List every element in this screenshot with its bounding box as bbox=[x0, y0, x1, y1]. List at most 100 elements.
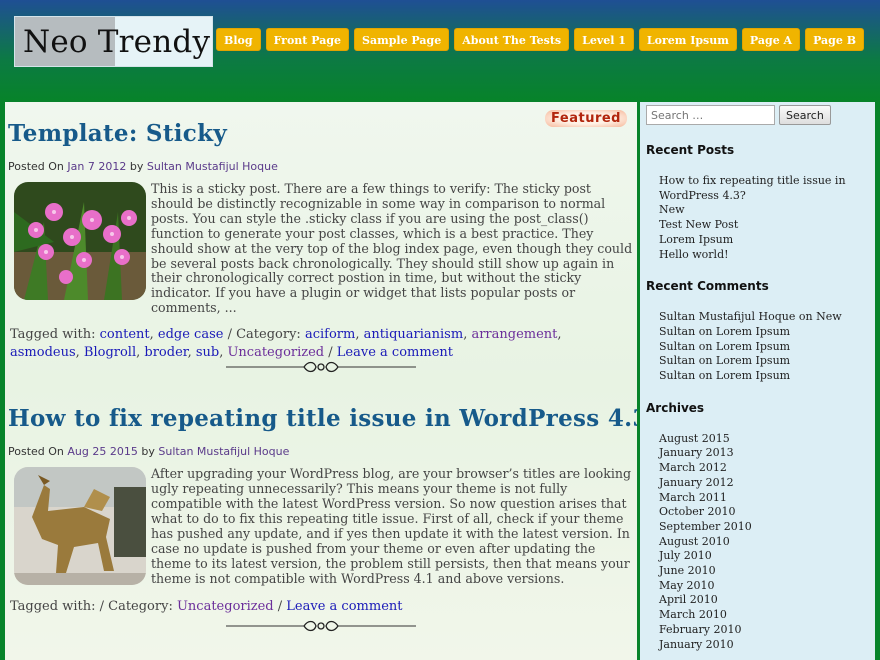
recent-post-link[interactable]: Hello world! bbox=[659, 248, 729, 261]
nav-item-front-page[interactable]: Front Page bbox=[265, 28, 350, 51]
archives-title: Archives bbox=[646, 400, 705, 415]
list-item[interactable]: January 2012 bbox=[659, 476, 875, 491]
archive-link[interactable]: August 2010 bbox=[659, 535, 730, 548]
archive-link[interactable]: January 2010 bbox=[659, 638, 734, 651]
nav-item-blog[interactable]: Blog bbox=[216, 28, 261, 51]
archive-link[interactable]: October 2010 bbox=[659, 505, 736, 518]
post-date-link[interactable]: Jan 7 2012 bbox=[67, 160, 126, 173]
list-item[interactable]: January 2013 bbox=[659, 446, 875, 461]
list-item: Sultan Mustafijul Hoque on New bbox=[659, 310, 875, 325]
category-link[interactable]: antiquarianism bbox=[364, 327, 464, 342]
list-item: Sultan on Lorem Ipsum bbox=[659, 325, 875, 340]
list-item[interactable]: January 2010 bbox=[659, 638, 875, 653]
list-item[interactable]: March 2011 bbox=[659, 491, 875, 506]
archive-link[interactable]: March 2010 bbox=[659, 608, 727, 621]
list-item[interactable]: Hello world! bbox=[659, 248, 875, 263]
leave-comment-link[interactable]: Leave a comment bbox=[286, 599, 402, 614]
recent-posts-title: Recent Posts bbox=[646, 143, 735, 157]
category-link[interactable]: sub bbox=[196, 345, 219, 360]
post-entry: After upgrading your WordPress blog, are… bbox=[8, 466, 633, 586]
post-title[interactable]: Template: Sticky bbox=[8, 120, 633, 147]
tagged-with-label: Tagged with: bbox=[10, 599, 96, 615]
leave-comment-link[interactable]: Leave a comment bbox=[337, 345, 453, 360]
comment-post-link[interactable]: New bbox=[816, 310, 842, 323]
recent-post-link[interactable]: Lorem Ipsum bbox=[659, 233, 733, 246]
archive-link[interactable]: January 2012 bbox=[659, 476, 734, 489]
post-thumbnail[interactable] bbox=[14, 467, 146, 586]
category-link[interactable]: arrangement bbox=[471, 327, 557, 342]
tag-link[interactable]: content bbox=[100, 327, 150, 342]
list-item[interactable]: June 2010 bbox=[659, 564, 875, 579]
search-form: Search bbox=[640, 102, 875, 125]
by-label: by bbox=[141, 445, 155, 459]
archive-link[interactable]: February 2010 bbox=[659, 623, 741, 636]
comment-post-link[interactable]: Lorem Ipsum bbox=[716, 369, 790, 382]
post-date-link[interactable]: Aug 25 2015 bbox=[67, 445, 137, 458]
tag-link[interactable]: edge case bbox=[158, 327, 224, 342]
list-item: Sultan on Lorem Ipsum bbox=[659, 354, 875, 369]
list-item[interactable]: April 2010 bbox=[659, 593, 875, 608]
archive-link[interactable]: March 2011 bbox=[659, 491, 727, 504]
posted-on-label: Posted On bbox=[8, 160, 64, 173]
archive-link[interactable]: May 2010 bbox=[659, 579, 715, 592]
comment-on-label: on bbox=[698, 369, 713, 383]
list-item[interactable]: March 2012 bbox=[659, 461, 875, 476]
nav-item-page-a[interactable]: Page A bbox=[741, 28, 801, 51]
comment-on-label: on bbox=[798, 310, 813, 324]
list-item[interactable]: Lorem Ipsum bbox=[659, 233, 875, 248]
recent-post-link[interactable]: How to fix repeating title issue in Word… bbox=[659, 174, 846, 202]
list-item[interactable]: February 2010 bbox=[659, 623, 875, 638]
post-repeating-title: How to fix repeating title issue in Word… bbox=[5, 373, 637, 632]
search-input[interactable] bbox=[646, 105, 775, 125]
category-link[interactable]: asmodeus bbox=[10, 345, 76, 360]
site-logo[interactable]: Neo Trendy bbox=[14, 16, 213, 67]
post-excerpt: This is a sticky post. There are a few t… bbox=[151, 181, 633, 316]
archives-list: August 2015 January 2013 March 2012 Janu… bbox=[640, 432, 875, 653]
list-item[interactable]: October 2010 bbox=[659, 505, 875, 520]
nav-item-lorem-ipsum[interactable]: Lorem Ipsum bbox=[638, 28, 737, 51]
category-link[interactable]: Blogroll bbox=[84, 345, 136, 360]
golden-statue-image bbox=[14, 467, 146, 586]
post-thumbnail[interactable] bbox=[14, 182, 146, 300]
comment-author: Sultan bbox=[659, 339, 696, 353]
list-item[interactable]: September 2010 bbox=[659, 520, 875, 535]
recent-post-link[interactable]: New bbox=[659, 203, 685, 216]
list-item[interactable]: How to fix repeating title issue in Word… bbox=[659, 174, 875, 203]
category-link[interactable]: aciform bbox=[305, 327, 355, 342]
archive-link[interactable]: July 2010 bbox=[659, 549, 712, 562]
post-title[interactable]: How to fix repeating title issue in Word… bbox=[8, 405, 637, 432]
archive-link[interactable]: March 2012 bbox=[659, 461, 727, 474]
category-link[interactable]: Uncategorized bbox=[227, 345, 324, 360]
archive-link[interactable]: January 2013 bbox=[659, 446, 734, 459]
post-author-link[interactable]: Sultan Mustafijul Hoque bbox=[158, 445, 289, 458]
comment-post-link[interactable]: Lorem Ipsum bbox=[716, 354, 790, 367]
category-label: Category: bbox=[236, 327, 301, 343]
list-item[interactable]: August 2015 bbox=[659, 432, 875, 447]
search-button[interactable]: Search bbox=[779, 105, 831, 125]
nav-item-sample-page[interactable]: Sample Page bbox=[354, 28, 450, 51]
category-link[interactable]: broder bbox=[144, 345, 187, 360]
nav-item-level-1[interactable]: Level 1 bbox=[574, 28, 634, 51]
nav-item-about-the-tests[interactable]: About The Tests bbox=[454, 28, 570, 51]
list-item[interactable]: New bbox=[659, 203, 875, 218]
main-nav: Blog Front Page Sample Page About The Te… bbox=[216, 28, 864, 51]
sidebar: Search Recent Posts How to fix repeating… bbox=[640, 102, 875, 660]
list-item[interactable]: March 2010 bbox=[659, 608, 875, 623]
category-link[interactable]: Uncategorized bbox=[177, 599, 274, 614]
post-sticky: Featured Template: Sticky Posted On Jan … bbox=[5, 102, 637, 373]
comment-on-label: on bbox=[698, 354, 713, 368]
list-item[interactable]: Test New Post bbox=[659, 218, 875, 233]
nav-item-page-b[interactable]: Page B bbox=[805, 28, 864, 51]
archive-link[interactable]: June 2010 bbox=[659, 564, 716, 577]
archive-link[interactable]: September 2010 bbox=[659, 520, 752, 533]
archive-link[interactable]: April 2010 bbox=[659, 593, 718, 606]
site-title[interactable]: Neo Trendy bbox=[23, 24, 210, 60]
post-author-link[interactable]: Sultan Mustafijul Hoque bbox=[147, 160, 278, 173]
comment-post-link[interactable]: Lorem Ipsum bbox=[716, 325, 790, 338]
list-item[interactable]: August 2010 bbox=[659, 535, 875, 550]
list-item[interactable]: May 2010 bbox=[659, 579, 875, 594]
recent-post-link[interactable]: Test New Post bbox=[659, 218, 738, 231]
archive-link[interactable]: August 2015 bbox=[659, 432, 730, 445]
list-item[interactable]: July 2010 bbox=[659, 549, 875, 564]
comment-post-link[interactable]: Lorem Ipsum bbox=[716, 340, 790, 353]
